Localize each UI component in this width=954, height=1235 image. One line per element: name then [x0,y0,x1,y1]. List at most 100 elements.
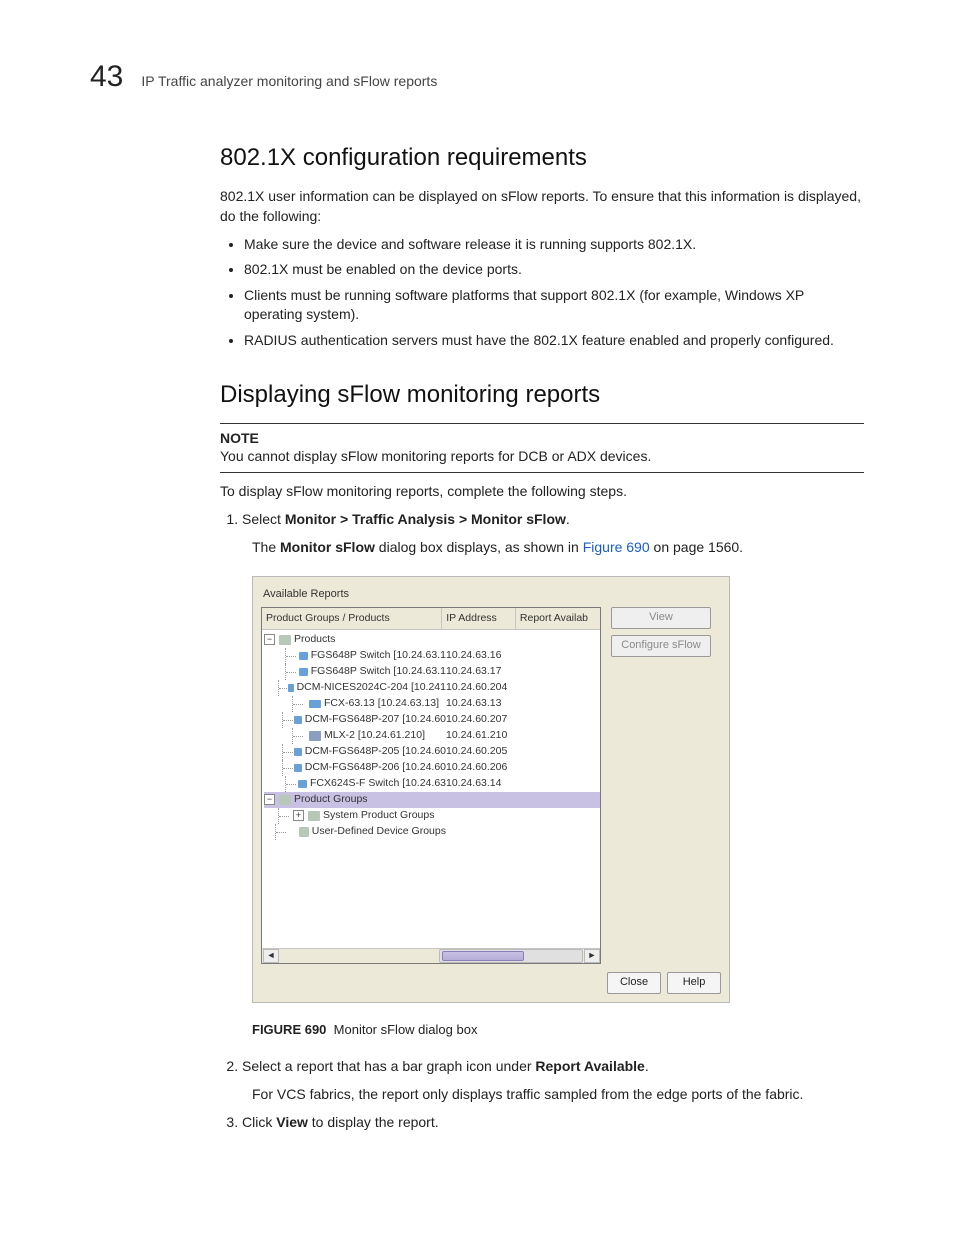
folder-icon [279,795,291,805]
reports-tree-grid[interactable]: Product Groups / Products IP Address Rep… [261,607,601,964]
product-name: MLX-2 [10.24.61.210] [324,728,425,743]
tree: −Products FGS648P Switch [10.24.63.110.2… [262,630,600,840]
device-icon [294,715,302,725]
scroll-track[interactable] [439,949,583,963]
horizontal-scrollbar[interactable]: ◄ ► [262,948,600,963]
section2-intro: To display sFlow monitoring reports, com… [220,481,864,501]
product-ip: 10.24.63.14 [446,776,520,791]
product-name: DCM-FGS648P-206 [10.24.60 [305,760,446,775]
figure-number: FIGURE 690 [252,1022,326,1037]
figure-caption: FIGURE 690 Monitor sFlow dialog box [252,1021,864,1040]
step1-dialog-name: Monitor sFlow [280,539,375,555]
device-icon [298,779,307,789]
folder-icon [299,827,308,837]
step1-body-suffix: on page 1560. [650,539,743,555]
tree-row-product[interactable]: FGS648P Switch [10.24.63.110.24.63.16 [264,648,600,664]
product-ip: 10.24.63.13 [446,696,520,711]
section-802-1x-heading: 802.1X configuration requirements [220,144,864,172]
content: 802.1X configuration requirements 802.1X… [220,144,864,1132]
device-icon [294,747,302,757]
step2-column-name: Report Available [535,1058,644,1074]
tree-label: Product Groups [294,792,368,807]
scroll-left-icon[interactable]: ◄ [263,949,279,963]
step2-suffix: . [645,1058,649,1074]
monitor-sflow-dialog: Available Reports Product Groups / Produ… [252,576,730,1003]
collapse-icon[interactable]: − [264,634,275,645]
available-reports-label: Available Reports [263,587,721,603]
tree-node-product-groups[interactable]: − Product Groups [264,792,600,808]
product-ip: 10.24.61.210 [446,728,520,743]
tree-row-product[interactable]: FCX-63.13 [10.24.63.13] 10.24.63.13 [264,696,600,712]
scroll-thumb[interactable] [442,951,524,961]
column-report-available[interactable]: Report Availab [516,608,600,629]
step2-body: For VCS fabrics, the report only display… [252,1084,864,1104]
tree-row-group[interactable]: + System Product Groups [264,808,600,824]
product-ip: 10.24.60.206 [446,760,520,775]
product-name: DCM-FGS648P-207 [10.24.60 [305,712,446,727]
note-body: You cannot display sFlow monitoring repo… [220,446,864,473]
tree-row-product[interactable]: DCM-FGS648P-207 [10.24.6010.24.60.207 [264,712,600,728]
scroll-right-icon[interactable]: ► [584,949,600,963]
column-ip[interactable]: IP Address [442,608,516,629]
page-number: 43 [90,60,123,94]
page-header-title: IP Traffic analyzer monitoring and sFlow… [141,73,437,89]
tree-label: Products [294,632,335,647]
product-name: FCX624S-F Switch [10.24.63 [310,776,446,791]
close-button[interactable]: Close [607,972,661,994]
product-name: FCX-63.13 [10.24.63.13] [324,696,439,711]
group-name: System Product Groups [323,808,434,823]
step1-text-suffix: . [566,511,570,527]
list-item: Make sure the device and software releas… [244,235,864,255]
step-3: Click View to display the report. [242,1112,864,1132]
side-buttons: View Configure sFlow [611,607,711,964]
step1-menu-path: Monitor > Traffic Analysis > Monitor sFl… [285,511,566,527]
tree-row-product[interactable]: DCM-NICES2024C-204 [10.24110.24.60.204 [264,680,600,696]
tree-row-group[interactable]: User-Defined Device Groups [264,824,600,840]
expand-icon[interactable]: + [293,810,304,821]
view-button[interactable]: View [611,607,711,629]
step2-prefix: Select a report that has a bar graph ico… [242,1058,535,1074]
tree-row-product[interactable]: DCM-FGS648P-206 [10.24.6010.24.60.206 [264,760,600,776]
product-name: DCM-NICES2024C-204 [10.241 [297,680,446,695]
product-ip: 10.24.60.207 [446,712,520,727]
grid-header: Product Groups / Products IP Address Rep… [262,608,600,630]
dialog-footer: Close Help [261,972,721,994]
device-icon [299,667,308,677]
product-ip: 10.24.63.16 [446,648,520,663]
section-displaying-heading: Displaying sFlow monitoring reports [220,381,864,409]
collapse-icon[interactable]: − [264,794,275,805]
step1-body-mid: dialog box displays, as shown in [375,539,583,555]
figure-title: Monitor sFlow dialog box [334,1022,478,1037]
tree-row-product[interactable]: DCM-FGS648P-205 [10.24.6010.24.60.205 [264,744,600,760]
section1-intro: 802.1X user information can be displayed… [220,186,864,227]
configure-sflow-button[interactable]: Configure sFlow [611,635,711,657]
steps-list: Select Monitor > Traffic Analysis > Moni… [220,509,864,1132]
figure-link[interactable]: Figure 690 [583,539,650,555]
step-1: Select Monitor > Traffic Analysis > Moni… [242,509,864,1039]
step-2: Select a report that has a bar graph ico… [242,1056,864,1105]
device-icon [299,651,308,661]
note-label: NOTE [220,423,864,446]
tree-row-product[interactable]: FCX624S-F Switch [10.24.6310.24.63.14 [264,776,600,792]
tree-row-product[interactable]: FGS648P Switch [10.24.63.110.24.63.17 [264,664,600,680]
product-name: FGS648P Switch [10.24.63.1 [311,648,446,663]
product-name: FGS648P Switch [10.24.63.1 [311,664,446,679]
tree-node-products[interactable]: − Products [264,632,600,648]
step3-prefix: Click [242,1114,276,1130]
product-ip: 10.24.63.17 [446,664,520,679]
step1-body-prefix: The [252,539,280,555]
device-icon [309,731,321,741]
tree-row-product[interactable]: MLX-2 [10.24.61.210] 10.24.61.210 [264,728,600,744]
column-products[interactable]: Product Groups / Products [262,608,442,629]
list-item: RADIUS authentication servers must have … [244,331,864,351]
product-name: DCM-FGS648P-205 [10.24.60 [305,744,446,759]
step1-body: The Monitor sFlow dialog box displays, a… [252,537,864,557]
device-icon [288,683,294,693]
help-button[interactable]: Help [667,972,721,994]
device-icon [294,763,302,773]
requirements-list: Make sure the device and software releas… [220,235,864,351]
step3-suffix: to display the report. [308,1114,439,1130]
folder-icon [308,811,320,821]
page-header: 43 IP Traffic analyzer monitoring and sF… [90,60,864,94]
step3-button-name: View [276,1114,308,1130]
